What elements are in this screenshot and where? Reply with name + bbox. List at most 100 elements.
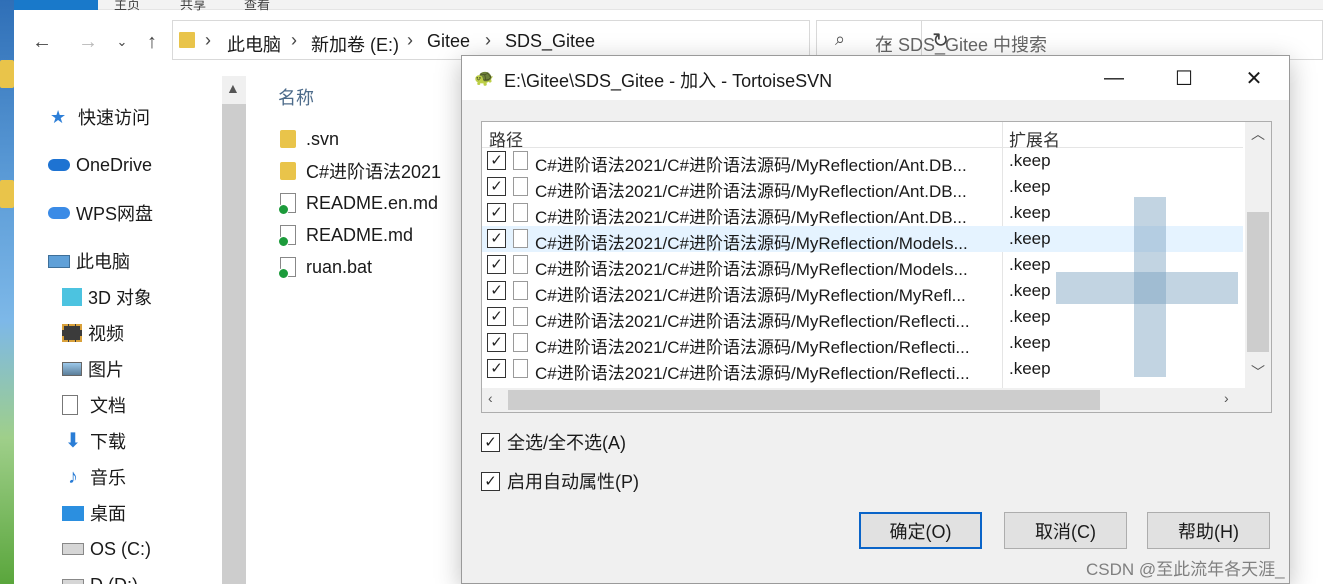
desktop-shortcut-icon[interactable] bbox=[0, 60, 14, 88]
row-extension: .keep bbox=[1009, 151, 1051, 170]
minimize-icon[interactable]: — bbox=[1079, 56, 1149, 100]
row-checkbox[interactable]: ✓ bbox=[487, 333, 506, 352]
ribbon-tab-file[interactable] bbox=[14, 0, 98, 10]
breadcrumb-separator-icon[interactable]: › bbox=[485, 30, 491, 51]
sidebar-item-music[interactable]: ♪ 音乐 bbox=[62, 462, 126, 492]
row-checkbox[interactable]: ✓ bbox=[487, 229, 506, 248]
list-row[interactable]: ✓ C#进阶语法2021/C#进阶语法源码/MyReflection/Reflec… bbox=[482, 330, 1243, 357]
close-icon[interactable]: ✕ bbox=[1219, 56, 1289, 100]
checkbox-checked-icon[interactable]: ✓ bbox=[481, 471, 500, 491]
ribbon-tab-share[interactable]: 共享 bbox=[180, 0, 206, 13]
sidebar-item-3d-objects[interactable]: 3D 对象 bbox=[62, 282, 152, 312]
dialog-title: E:\Gitee\SDS_Gitee - 加入 - TortoiseSVN bbox=[504, 71, 833, 91]
sidebar-item-label: 快速访问 bbox=[78, 108, 150, 128]
row-extension: .keep bbox=[1009, 281, 1051, 300]
tortoise-svn-icon: 🐢 bbox=[474, 70, 494, 87]
sidebar-item-label: OS (C:) bbox=[90, 538, 151, 559]
svn-versioned-file-icon bbox=[278, 225, 296, 247]
file-row-csharp-folder[interactable]: C#进阶语法2021 bbox=[280, 156, 441, 186]
scrollbar-thumb[interactable] bbox=[1247, 212, 1269, 352]
breadcrumb-separator-icon[interactable]: › bbox=[291, 30, 297, 51]
file-icon bbox=[513, 333, 528, 352]
row-checkbox[interactable]: ✓ bbox=[487, 255, 506, 274]
breadcrumb-separator-icon[interactable]: › bbox=[205, 30, 211, 51]
column-header-name[interactable]: 名称 bbox=[278, 84, 314, 110]
sidebar-item-onedrive[interactable]: OneDrive bbox=[48, 150, 152, 180]
scroll-left-chevron-icon[interactable]: ‹ bbox=[488, 390, 493, 406]
navigation-pane-scrollbar[interactable]: ▲ bbox=[222, 76, 246, 584]
forward-arrow-icon[interactable]: → bbox=[74, 28, 102, 56]
address-bar[interactable]: › 此电脑 › 新加卷 (E:) › Gitee › SDS_Gitee ⌄ ↻ bbox=[172, 20, 949, 60]
scroll-up-arrow-icon[interactable]: ▲ bbox=[226, 80, 240, 96]
file-icon bbox=[513, 203, 528, 222]
row-checkbox[interactable]: ✓ bbox=[487, 203, 506, 222]
breadcrumb-this-pc[interactable]: 此电脑 bbox=[227, 31, 281, 57]
scroll-down-chevron-icon[interactable]: ﹀ bbox=[1251, 362, 1265, 382]
up-arrow-icon[interactable]: ↑ bbox=[138, 28, 166, 56]
sidebar-item-quick-access[interactable]: ★ 快速访问 bbox=[50, 102, 150, 132]
select-all-checkbox[interactable]: ✓ 全选/全不选(A) bbox=[481, 430, 626, 454]
row-checkbox[interactable]: ✓ bbox=[487, 177, 506, 196]
list-horizontal-scrollbar[interactable]: ‹ › bbox=[482, 388, 1271, 412]
row-path: C#进阶语法2021/C#进阶语法源码/MyReflection/Reflect… bbox=[535, 364, 970, 383]
sidebar-item-label: 视频 bbox=[88, 324, 124, 344]
breadcrumb-separator-icon[interactable]: › bbox=[407, 30, 413, 51]
sidebar-item-videos[interactable]: 视频 bbox=[62, 318, 124, 348]
breadcrumb-drive-e[interactable]: 新加卷 (E:) bbox=[311, 31, 399, 57]
list-row[interactable]: ✓ C#进阶语法2021/C#进阶语法源码/MyReflection/Reflec… bbox=[482, 356, 1243, 383]
file-row-readme[interactable]: README.md bbox=[278, 220, 413, 250]
ribbon-tab-view[interactable]: 查看 bbox=[244, 0, 270, 13]
folder-icon bbox=[280, 162, 296, 180]
list-vertical-scrollbar[interactable]: ︿ ﹀ bbox=[1245, 122, 1271, 388]
list-row[interactable]: ✓ C#进阶语法2021/C#进阶语法源码/MyReflection/Ant.DB… bbox=[482, 200, 1243, 227]
sidebar-item-wps-drive[interactable]: WPS网盘 bbox=[48, 198, 153, 228]
scrollbar-thumb[interactable] bbox=[222, 104, 246, 584]
search-placeholder[interactable]: 在 SDS_Gitee 中搜索 bbox=[875, 31, 1047, 57]
row-path: C#进阶语法2021/C#进阶语法源码/MyReflection/Ant.DB.… bbox=[535, 182, 967, 201]
list-row[interactable]: ✓ C#进阶语法2021/C#进阶语法源码/MyReflection/Reflec… bbox=[482, 304, 1243, 331]
recent-locations-chevron-icon[interactable]: ⌄ bbox=[108, 28, 136, 56]
file-row-ruan-bat[interactable]: ruan.bat bbox=[278, 252, 372, 282]
sidebar-item-documents[interactable]: 文档 bbox=[62, 390, 126, 420]
row-checkbox[interactable]: ✓ bbox=[487, 281, 506, 300]
row-checkbox[interactable]: ✓ bbox=[487, 307, 506, 326]
list-row[interactable]: ✓ C#进阶语法2021/C#进阶语法源码/MyReflection/Ant.DB… bbox=[482, 174, 1243, 201]
cancel-button[interactable]: 取消(C) bbox=[1004, 512, 1127, 549]
dialog-titlebar[interactable]: 🐢 E:\Gitee\SDS_Gitee - 加入 - TortoiseSVN … bbox=[462, 56, 1289, 100]
files-to-add-list[interactable]: 路径 扩展名 ✓ C#进阶语法2021/C#进阶语法源码/MyReflection… bbox=[481, 121, 1272, 413]
auto-props-label: 启用自动属性(P) bbox=[507, 472, 639, 492]
sidebar-item-label: 文档 bbox=[90, 396, 126, 416]
ribbon-tab-home[interactable]: 主页 bbox=[114, 0, 140, 13]
maximize-icon[interactable]: ☐ bbox=[1149, 56, 1219, 100]
help-button[interactable]: 帮助(H) bbox=[1147, 512, 1270, 549]
scroll-up-chevron-icon[interactable]: ︿ bbox=[1251, 124, 1265, 144]
row-checkbox[interactable]: ✓ bbox=[487, 359, 506, 378]
computer-icon bbox=[48, 254, 70, 268]
sidebar-item-this-pc[interactable]: 此电脑 bbox=[48, 246, 130, 276]
sidebar-item-desktop[interactable]: 桌面 bbox=[62, 498, 126, 528]
sidebar-item-drive-d[interactable]: D (D:) bbox=[62, 570, 138, 584]
scrollbar-thumb[interactable] bbox=[508, 390, 1100, 410]
desktop-shortcut-icon[interactable] bbox=[0, 180, 14, 208]
breadcrumb-gitee[interactable]: Gitee bbox=[427, 31, 470, 52]
search-box[interactable]: ⌕ 在 SDS_Gitee 中搜索 bbox=[816, 20, 1323, 60]
file-name: C#进阶语法2021 bbox=[306, 162, 442, 182]
sidebar-item-pictures[interactable]: 图片 bbox=[62, 354, 124, 384]
scroll-right-chevron-icon[interactable]: › bbox=[1224, 390, 1229, 406]
sidebar-item-downloads[interactable]: ⬇ 下载 bbox=[62, 426, 126, 456]
back-arrow-icon[interactable]: ← bbox=[28, 28, 56, 56]
breadcrumb-sds-gitee[interactable]: SDS_Gitee bbox=[505, 31, 595, 52]
folder-icon bbox=[179, 32, 195, 48]
file-row-readme-en[interactable]: README.en.md bbox=[278, 188, 438, 218]
ok-button[interactable]: 确定(O) bbox=[859, 512, 982, 549]
file-row-svn[interactable]: .svn bbox=[280, 124, 339, 154]
list-row[interactable]: ✓ C#进阶语法2021/C#进阶语法源码/MyReflection/Models… bbox=[482, 226, 1243, 253]
music-note-icon: ♪ bbox=[68, 466, 78, 488]
sidebar-item-drive-c[interactable]: OS (C:) bbox=[62, 534, 151, 564]
auto-props-checkbox[interactable]: ✓ 启用自动属性(P) bbox=[481, 469, 639, 493]
row-checkbox[interactable]: ✓ bbox=[487, 151, 506, 170]
list-row[interactable]: ✓ C#进阶语法2021/C#进阶语法源码/MyReflection/Ant.DB… bbox=[482, 148, 1243, 175]
checkbox-checked-icon[interactable]: ✓ bbox=[481, 432, 500, 452]
row-path: C#进阶语法2021/C#进阶语法源码/MyReflection/Ant.DB.… bbox=[535, 156, 967, 175]
file-icon bbox=[513, 151, 528, 170]
